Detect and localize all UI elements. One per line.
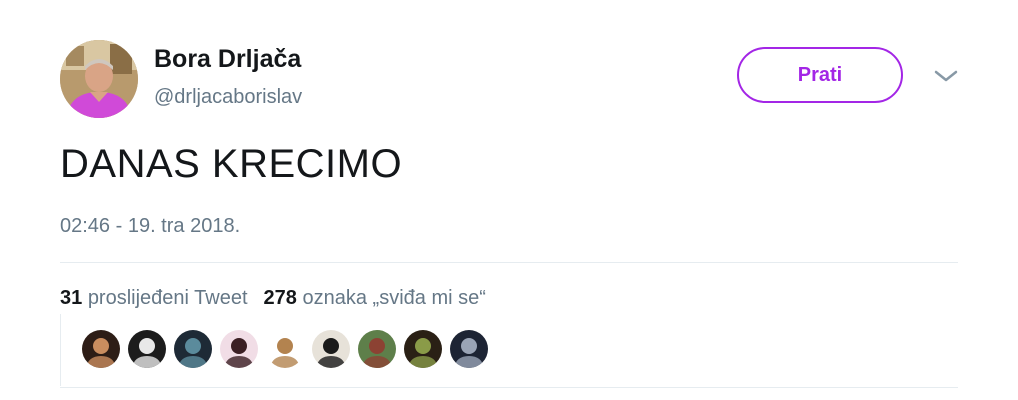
likes-count: 278 [263,287,297,309]
tweet-stats: 31 proslijeđeni Tweet 278 oznaka „sviđa … [60,287,486,310]
retweets-count: 31 [60,287,83,309]
liker-avatar[interactable] [312,330,350,368]
user-name[interactable]: Bora Drljača [154,45,301,74]
retweets-stat[interactable]: 31 proslijeđeni Tweet [60,287,248,310]
avatar[interactable] [60,40,138,118]
liker-avatar[interactable] [174,330,212,368]
liker-avatar[interactable] [450,330,488,368]
follow-button[interactable]: Prati [737,47,903,103]
likers-avatars [60,314,958,386]
liker-avatar[interactable] [82,330,120,368]
liker-avatar[interactable] [128,330,166,368]
likes-stat[interactable]: 278 oznaka „sviđa mi se“ [264,287,486,310]
liker-avatar[interactable] [358,330,396,368]
tweet-card: Bora Drljača @drljacaborislav Prati DANA… [0,0,1018,400]
divider [60,387,958,388]
liker-avatar[interactable] [220,330,258,368]
liker-avatar[interactable] [404,330,442,368]
user-handle[interactable]: @drljacaborislav [154,86,302,109]
retweets-label: proslijeđeni Tweet [87,287,248,309]
divider [60,262,958,263]
avatar-image [60,40,138,118]
likes-label: oznaka „sviđa mi se“ [302,287,486,309]
chevron-down-icon[interactable] [933,67,959,85]
liker-avatar[interactable] [266,330,304,368]
tweet-timestamp[interactable]: 02:46 - 19. tra 2018. [60,215,240,238]
tweet-text: DANAS KRECIMO [60,142,403,186]
